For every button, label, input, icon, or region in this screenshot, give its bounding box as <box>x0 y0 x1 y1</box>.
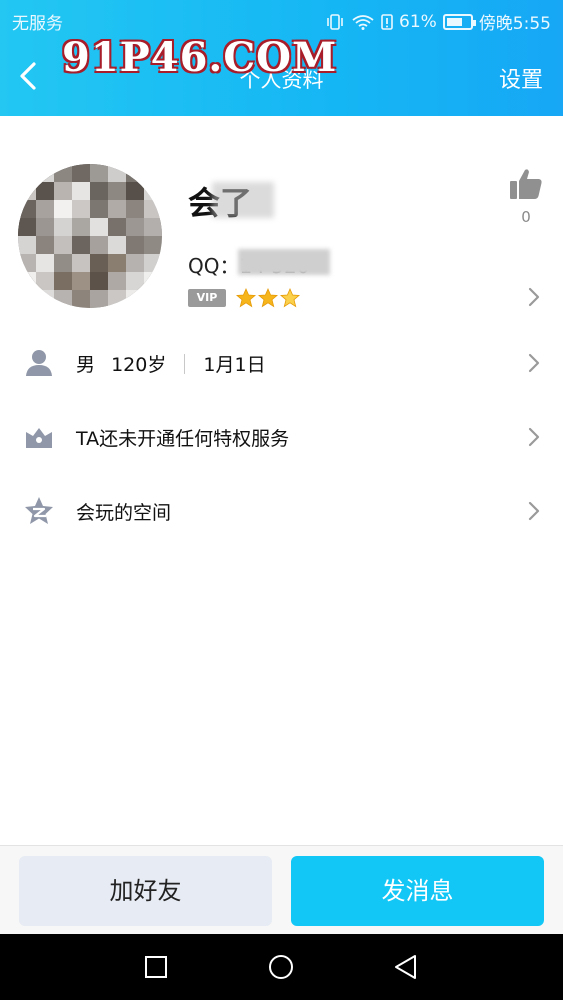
privilege-icon <box>26 428 52 448</box>
battery-percent: 61% <box>399 11 437 32</box>
action-bar: 加好友 发消息 <box>0 845 563 934</box>
status-icons: 61% 傍晚5:55 <box>325 9 551 34</box>
separator <box>184 354 186 374</box>
like-button[interactable]: 0 <box>507 166 545 226</box>
status-bar: 无服务 61% 傍晚5:55 <box>0 0 563 38</box>
system-nav-bar <box>0 934 563 1000</box>
send-message-button[interactable]: 发消息 <box>291 856 544 926</box>
birthday-text: 1月1日 <box>203 354 266 376</box>
star-icon <box>258 288 278 308</box>
wifi-icon <box>352 14 374 30</box>
settings-button[interactable]: 设置 <box>499 62 543 94</box>
age-text: 120岁 <box>111 354 167 376</box>
back-triangle-icon[interactable] <box>391 952 421 982</box>
badges: VIP <box>188 288 300 308</box>
carrier-text: 无服务 <box>12 14 63 34</box>
like-count: 0 <box>521 208 531 226</box>
star-icon <box>236 288 256 308</box>
basic-info-text: 男 120岁 1月1日 <box>76 350 266 377</box>
name-redaction <box>212 182 274 218</box>
level-stars <box>236 288 300 308</box>
qzone-star-icon <box>25 497 53 524</box>
vip-badge: VIP <box>188 289 226 307</box>
watermark-text: 91P46.COM <box>62 34 338 81</box>
chevron-right-icon[interactable] <box>527 286 541 308</box>
sim-alert-icon <box>381 13 393 30</box>
avatar-mosaic <box>18 164 162 308</box>
recents-square-icon[interactable] <box>141 952 171 982</box>
profile-screen: 无服务 61% 傍晚5:55 个人资料 设置 91P46.COM QQ：14 V… <box>0 0 563 1000</box>
battery-icon <box>442 13 476 30</box>
avatar[interactable] <box>18 164 162 308</box>
qzone-text: 会玩的空间 <box>76 502 172 524</box>
privilege-text: TA还未开通任何特权服务 <box>76 428 290 450</box>
vibrate-icon <box>327 13 343 30</box>
chevron-right-icon <box>528 427 540 447</box>
header: 无服务 61% 傍晚5:55 个人资料 设置 91P46.COM <box>0 0 563 116</box>
person-icon <box>26 350 52 376</box>
row-privilege[interactable]: TA还未开通任何特权服务 <box>0 400 563 474</box>
thumbs-up-icon <box>510 169 542 199</box>
home-circle-icon[interactable] <box>266 952 296 982</box>
profile-card[interactable]: 会了 QQ：14 520 VIP 0 <box>0 116 563 326</box>
gender-text: 男 <box>76 354 96 376</box>
chevron-right-icon <box>528 353 540 373</box>
star-icon <box>280 288 300 308</box>
chevron-right-icon <box>528 501 540 521</box>
row-basic-info[interactable]: 男 120岁 1月1日 <box>0 326 563 400</box>
row-qzone[interactable]: 会玩的空间 <box>0 474 563 548</box>
qq-redaction <box>238 249 330 275</box>
status-time: 傍晚5:55 <box>478 14 551 34</box>
add-friend-button[interactable]: 加好友 <box>19 856 272 926</box>
